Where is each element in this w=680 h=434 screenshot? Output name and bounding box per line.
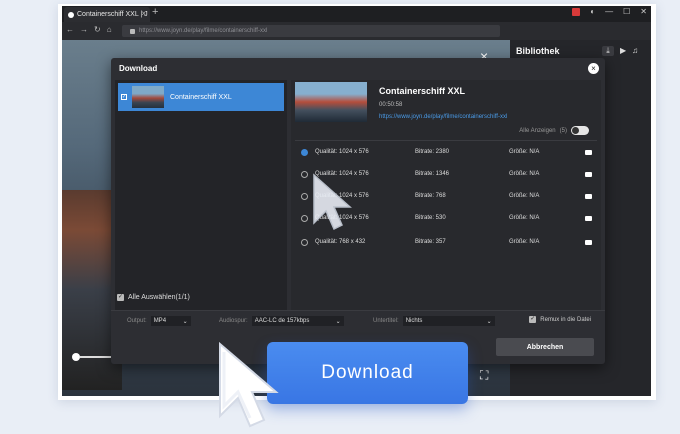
detail-thumbnail bbox=[295, 82, 367, 122]
remux-option[interactable]: ✓ Remux in die Datei bbox=[529, 316, 591, 323]
show-all-count: (5) bbox=[559, 127, 567, 134]
video-type-icon bbox=[585, 215, 592, 221]
forward-icon[interactable]: → bbox=[80, 25, 88, 34]
bitrate-label: Bitrate: 768 bbox=[415, 193, 446, 199]
audio-option: Audiospur: AAC-LC de 157kbps ⌄ bbox=[219, 316, 344, 326]
audio-value: AAC-LC de 157kbps bbox=[254, 318, 310, 324]
tab-bar: Containerschiff XXL | J × + ◐ — ☐ ✕ bbox=[62, 6, 651, 22]
tab-close-icon[interactable]: × bbox=[141, 9, 146, 18]
address-bar: ← → ↻ ⌂ https://www.joyn.de/play/filme/c… bbox=[62, 22, 651, 40]
item-thumbnail bbox=[132, 86, 164, 108]
remux-checkbox[interactable]: ✓ bbox=[529, 316, 537, 323]
options-bar: Output: MP4 ⌄ Audiospur: AAC-LC de 157kb… bbox=[111, 310, 605, 330]
size-label: Größe: N/A bbox=[509, 193, 540, 199]
list-item[interactable]: ✓ Containerschiff XXL bbox=[118, 83, 284, 111]
back-icon[interactable]: ← bbox=[66, 25, 74, 34]
bitrate-label: Bitrate: 1346 bbox=[415, 171, 450, 177]
show-all-label: Alle Anzeigen bbox=[519, 127, 556, 134]
audio-label: Audiospur: bbox=[219, 318, 248, 324]
browser-tab[interactable]: Containerschiff XXL | J × bbox=[64, 7, 150, 22]
item-list: ✓ Containerschiff XXL bbox=[115, 80, 287, 310]
select-all-checkbox[interactable]: ✓ bbox=[117, 294, 124, 301]
size-label: Größe: N/A bbox=[509, 149, 540, 155]
sidebar-icons: ⤓ ▶ ♫ bbox=[602, 46, 638, 56]
remux-label: Remux in die Datei bbox=[540, 316, 591, 323]
video-icon[interactable]: ▶ bbox=[620, 46, 626, 56]
video-type-icon bbox=[585, 193, 592, 199]
tab-favicon-icon bbox=[68, 11, 74, 18]
show-all: Alle Anzeigen (5) bbox=[519, 126, 589, 135]
url-text: https://www.joyn.de/play/filme/container… bbox=[139, 28, 268, 34]
tab-title: Containerschiff XXL | J bbox=[77, 11, 148, 18]
fullscreen-icon[interactable]: ⛶ bbox=[480, 368, 488, 383]
detail-title: Containerschiff XXL bbox=[379, 86, 466, 96]
size-label: Größe: N/A bbox=[509, 171, 540, 177]
output-option: Output: MP4 ⌄ bbox=[127, 316, 191, 326]
quality-label: Qualität: 1024 x 576 bbox=[315, 149, 369, 155]
extension-icon[interactable]: ◐ bbox=[590, 7, 595, 16]
detail-url[interactable]: https://www.joyn.de/play/filme/container… bbox=[379, 114, 507, 120]
hand-cursor-icon bbox=[219, 341, 279, 428]
dialog-title: Download bbox=[119, 64, 158, 73]
subtitle-select[interactable]: Nichts ⌄ bbox=[402, 316, 495, 326]
divider bbox=[295, 140, 597, 141]
quality-radio[interactable] bbox=[301, 238, 308, 246]
quality-radio[interactable] bbox=[301, 148, 308, 156]
chevron-down-icon: ⌄ bbox=[182, 318, 188, 325]
show-all-toggle[interactable] bbox=[571, 126, 589, 135]
download-icon[interactable]: ⤓ bbox=[602, 46, 614, 56]
chevron-down-icon: ⌄ bbox=[335, 318, 341, 325]
reload-icon[interactable]: ↻ bbox=[94, 25, 101, 34]
close-window-icon[interactable]: ✕ bbox=[640, 7, 647, 16]
output-select[interactable]: MP4 ⌄ bbox=[150, 316, 191, 326]
new-tab-icon[interactable]: + bbox=[152, 6, 158, 18]
bitrate-label: Bitrate: 530 bbox=[415, 215, 446, 221]
audio-icon[interactable]: ♫ bbox=[632, 46, 638, 56]
site-info-icon[interactable] bbox=[130, 28, 135, 34]
select-all[interactable]: ✓ Alle Auswählen(1/1) bbox=[117, 294, 190, 301]
subtitle-value: Nichts bbox=[405, 318, 423, 324]
audio-select[interactable]: AAC-LC de 157kbps ⌄ bbox=[251, 316, 344, 326]
pointer-cursor-icon bbox=[313, 173, 352, 231]
size-label: Größe: N/A bbox=[509, 239, 540, 245]
url-input[interactable]: https://www.joyn.de/play/filme/container… bbox=[122, 25, 500, 37]
output-value: MP4 bbox=[153, 318, 167, 324]
sidebar-title: Bibliothek bbox=[516, 46, 560, 56]
subtitle-option: Untertitel: Nichts ⌄ bbox=[373, 316, 495, 326]
video-type-icon bbox=[585, 171, 592, 177]
cancel-button[interactable]: Abbrechen bbox=[496, 338, 594, 356]
video-type-icon bbox=[585, 239, 592, 245]
detail-duration: 00:50:58 bbox=[379, 102, 403, 108]
subtitle-label: Untertitel: bbox=[373, 318, 399, 324]
minimize-icon[interactable]: — bbox=[605, 7, 613, 16]
nav-buttons: ← → ↻ ⌂ bbox=[66, 25, 112, 34]
size-label: Größe: N/A bbox=[509, 215, 540, 221]
quality-row[interactable]: Qualität: 768 x 432 Bitrate: 357 Größe: … bbox=[291, 232, 601, 252]
chevron-down-icon: ⌄ bbox=[486, 318, 492, 325]
select-all-label: Alle Auswählen(1/1) bbox=[128, 294, 190, 301]
item-label: Containerschiff XXL bbox=[170, 93, 232, 101]
home-icon[interactable]: ⌂ bbox=[107, 25, 112, 34]
quality-label: Qualität: 768 x 432 bbox=[315, 239, 366, 245]
maximize-icon[interactable]: ☐ bbox=[623, 7, 630, 16]
quality-row[interactable]: Qualität: 1024 x 576 Bitrate: 2380 Größe… bbox=[291, 142, 601, 162]
download-button[interactable]: Download bbox=[267, 342, 468, 404]
output-label: Output: bbox=[127, 318, 147, 324]
bitrate-label: Bitrate: 357 bbox=[415, 239, 446, 245]
bitrate-label: Bitrate: 2380 bbox=[415, 149, 450, 155]
video-type-icon bbox=[585, 149, 592, 155]
progress-knob[interactable] bbox=[72, 353, 80, 361]
gift-icon[interactable] bbox=[572, 7, 581, 16]
window-controls: ◐ — ☐ ✕ bbox=[572, 7, 647, 16]
item-checkbox[interactable]: ✓ bbox=[121, 94, 127, 100]
dialog-close-icon[interactable]: × bbox=[588, 63, 599, 74]
